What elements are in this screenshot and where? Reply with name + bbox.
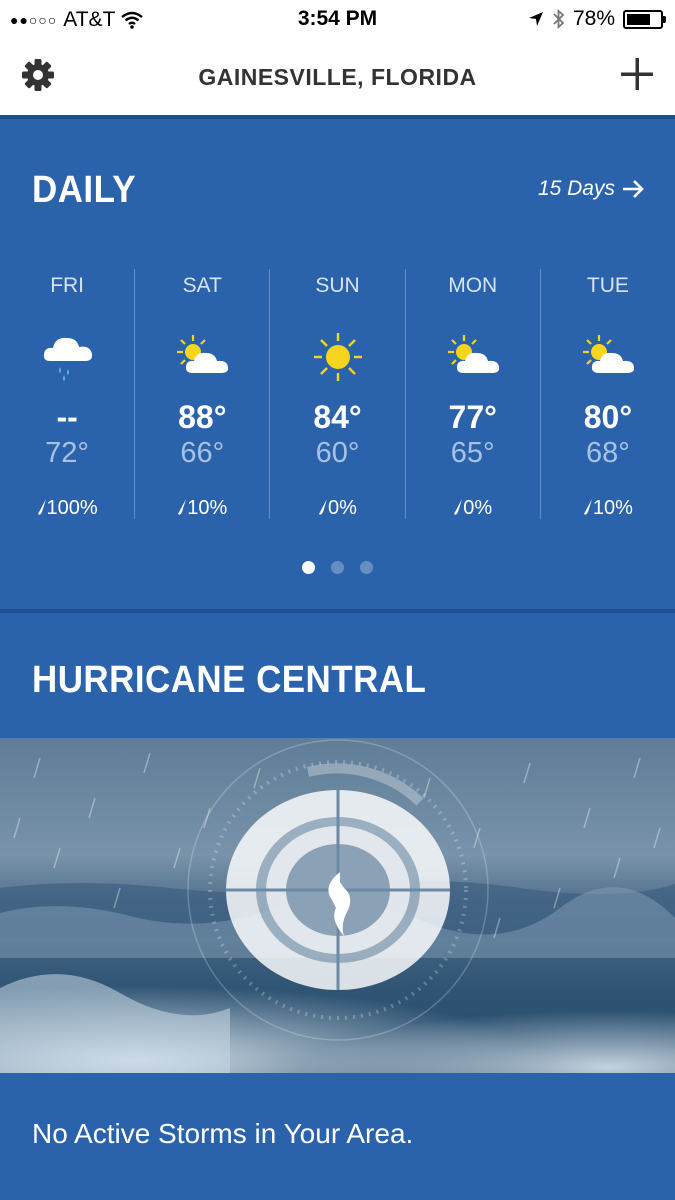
raindrop-icon <box>178 499 187 515</box>
high-temp: -- <box>56 399 78 435</box>
raindrop-icon <box>319 499 328 515</box>
location-title[interactable]: GAINESVILLE, FLORIDA <box>0 64 675 91</box>
day-name: SUN <box>315 274 360 297</box>
high-temp: 80° <box>583 399 633 435</box>
day-name: MON <box>448 274 498 297</box>
status-right: 78% <box>528 7 666 31</box>
daily-heading: DAILY <box>32 169 136 211</box>
day-name: SAT <box>182 274 222 297</box>
partly-sunny-icon <box>582 335 634 373</box>
status-bar: ●●○○○ AT&T 3:54 PM 78% <box>0 0 675 38</box>
storm-status-panel: No Active Storms in Your Area. <box>0 1073 675 1200</box>
plus-icon[interactable] <box>619 56 655 92</box>
precip-chance: 10% <box>135 497 269 520</box>
stormy-sea-background <box>0 738 675 1073</box>
battery-icon <box>623 9 666 29</box>
day-name: TUE <box>586 274 629 297</box>
precip-value: 10% <box>592 497 633 519</box>
app-header: GAINESVILLE, FLORIDA <box>0 38 675 116</box>
battery-percent: 78% <box>572 7 615 30</box>
page-dot[interactable] <box>360 561 373 574</box>
low-temp: 72° <box>45 437 90 469</box>
day-column[interactable]: SAT 88° 66° 10% <box>134 269 269 519</box>
low-temp: 65° <box>450 437 495 469</box>
low-temp: 68° <box>585 437 630 469</box>
fifteen-days-label: 15 Days <box>537 177 615 200</box>
storm-image[interactable] <box>0 738 675 1073</box>
day-name: FRI <box>50 274 85 297</box>
low-temp: 66° <box>180 437 225 469</box>
raindrop-icon <box>583 499 592 515</box>
high-temp: 88° <box>178 399 227 435</box>
fifteen-days-link[interactable]: 15 Days <box>538 177 645 201</box>
page-dot[interactable] <box>302 561 315 574</box>
partly-sunny-icon <box>177 335 229 373</box>
location-arrow-icon <box>528 12 543 26</box>
rain-cloud-icon <box>43 337 93 381</box>
precip-chance: 100% <box>0 497 134 520</box>
battery-fill <box>627 13 651 25</box>
raindrop-icon <box>37 499 46 515</box>
day-column[interactable]: MON 77° 65° 0% <box>404 269 540 520</box>
precip-value: 0% <box>463 497 493 519</box>
precip-value: 0% <box>328 497 357 519</box>
daily-panel: DAILY 15 Days FRI -- 72° 100% SAT 88° 66… <box>0 119 675 609</box>
precip-value: 100% <box>46 497 98 519</box>
daily-forecast-list[interactable]: FRI -- 72° 100% SAT 88° 66° 10% SUN 84° … <box>0 269 675 519</box>
day-column[interactable]: TUE 80° 68° 10% <box>539 269 675 520</box>
high-temp: 84° <box>313 399 362 435</box>
precip-chance: 10% <box>541 497 675 520</box>
bluetooth-icon <box>553 9 565 29</box>
sun-icon <box>314 333 363 381</box>
raindrop-icon <box>454 499 463 515</box>
precip-chance: 0% <box>406 497 540 520</box>
partly-sunny-icon <box>447 335 499 373</box>
page-dot[interactable] <box>331 561 344 574</box>
low-temp: 60° <box>315 437 360 469</box>
high-temp: 77° <box>448 399 497 435</box>
precip-value: 10% <box>187 497 228 519</box>
hurricane-panel: HURRICANE CENTRAL <box>0 613 675 738</box>
day-column[interactable]: SUN 84° 60° 0% <box>269 269 404 519</box>
arrow-right-icon <box>623 180 644 198</box>
page-indicator[interactable] <box>0 561 675 574</box>
hurricane-heading: HURRICANE CENTRAL <box>32 659 427 701</box>
storm-status-message: No Active Storms in Your Area. <box>32 1118 414 1149</box>
day-column[interactable]: FRI -- 72° 100% <box>0 269 134 519</box>
precip-chance: 0% <box>270 497 404 520</box>
